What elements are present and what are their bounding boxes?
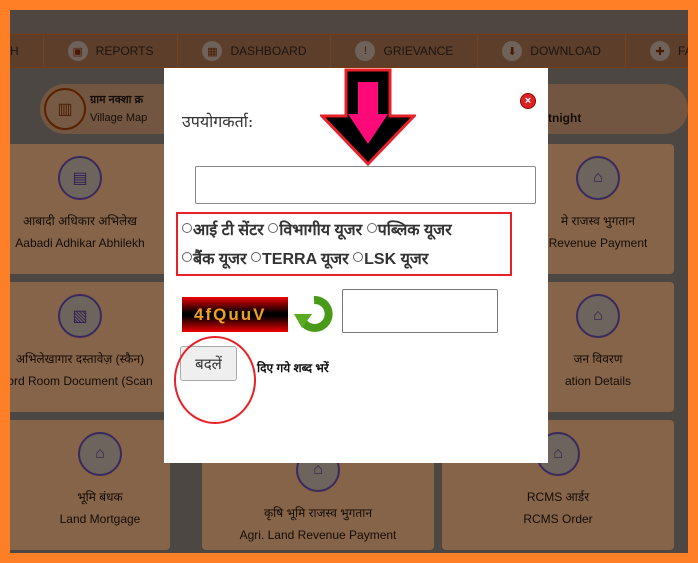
card-title-en: Aabadi Adhikar Abhilekh (15, 236, 145, 250)
card-icon: ▧ (58, 294, 102, 338)
card-title-en: Agri. Land Revenue Payment (239, 528, 397, 542)
username-input[interactable] (195, 166, 536, 204)
radio-button[interactable] (366, 222, 377, 233)
card-title-hi: कृषि भूमि राजस्व भुगतान (263, 506, 373, 520)
card-land-mortgage[interactable]: ⌂ भूमि बंधक Land Mortgage (10, 420, 170, 550)
radio-button[interactable] (251, 251, 262, 262)
radio-departmental-user[interactable]: विभागीय यूजर (268, 222, 362, 239)
radio-public-user[interactable]: पब्लिक यूजर (366, 222, 452, 239)
card-record-room[interactable]: ▧ अभिलेखागार दस्तावेज़ (स्कैन) ord Room Do… (10, 282, 170, 412)
nav-label: DOWNLOAD (530, 44, 601, 58)
nav-item-download[interactable]: ⬇ DOWNLOAD (478, 35, 626, 67)
close-icon[interactable]: × (520, 93, 536, 109)
radio-lsk-user[interactable]: LSK यूजर (353, 251, 428, 268)
radio-it-center[interactable]: आई टी सेंटर (182, 222, 264, 239)
banner-hindi: ग्राम नक्शा क्र (90, 94, 144, 106)
card-title-en: RCMS Order (523, 512, 593, 526)
user-type-radio-group: आई टी सेंटर विभागीय यूजर पब्लिक यूजर बैं… (176, 212, 512, 276)
nav-label: FAQ (677, 44, 688, 58)
card-icon: ▤ (58, 156, 102, 200)
banner-english: Village Map (90, 112, 148, 124)
card-aabadi[interactable]: ▤ आबादी अधिकार अभिलेख Aabadi Adhikar Abhil… (10, 144, 170, 274)
faq-icon: ✚ (649, 41, 670, 61)
nav-label: REPORTS (95, 44, 154, 58)
radio-bank-user[interactable]: बैंक यूजर (182, 251, 247, 268)
radio-button[interactable] (268, 222, 279, 233)
card-title-hi: आबादी अधिकार अभिलेख (23, 214, 137, 228)
card-title-hi: अभिलेखागार दस्तावेज़ (स्कैन) (15, 352, 145, 366)
nav-label: GRIEVANCE (383, 44, 454, 58)
report-icon: ▣ (67, 41, 88, 61)
dashboard-icon: ▦ (202, 41, 223, 61)
nav-item-grievance[interactable]: ! GRIEVANCE (331, 35, 479, 67)
radio-label: LSK यूजर (364, 251, 429, 268)
top-bar (10, 10, 688, 34)
radio-button[interactable] (353, 251, 364, 262)
user-label: उपयोगकर्ता: (182, 112, 254, 131)
radio-label: TERRA यूजर (262, 251, 349, 268)
captcha-text: 4fQuuV (194, 305, 267, 324)
map-icon: ▥ (44, 88, 86, 130)
captcha-input[interactable] (342, 289, 498, 333)
nav-item-reports[interactable]: ▣ REPORTS (44, 35, 179, 67)
nav-item-search[interactable]: H (10, 35, 44, 67)
card-icon: ⌂ (78, 432, 122, 476)
radio-button[interactable] (182, 251, 192, 262)
radio-label: पब्लिक यूजर (377, 222, 452, 239)
nav-bar: H ▣ REPORTS ▦ DASHBOARD ! GRIEVANCE ⬇ DOWNLO… (10, 34, 688, 68)
captcha-image: 4fQuuV (182, 297, 288, 332)
card-icon: ⌂ (576, 294, 620, 338)
card-title-en: Land Mortgage (59, 512, 141, 526)
refresh-captcha-icon[interactable] (294, 294, 334, 334)
card-title-hi: भूमि बंधक (77, 490, 123, 504)
change-captcha-button[interactable]: बदलें (180, 346, 237, 381)
radio-label: आई टी सेंटर (193, 222, 264, 239)
download-icon: ⬇ (502, 41, 523, 61)
card-title-en: ord Room Document (Scan (10, 374, 153, 388)
radio-label: विभागीय यूजर (279, 222, 363, 239)
nav-label: H (10, 44, 19, 58)
grievance-icon: ! (355, 41, 376, 61)
radio-button[interactable] (182, 222, 192, 233)
nav-label: DASHBOARD (230, 44, 307, 58)
captcha-hint: दिए गये शब्द भरें (257, 361, 329, 375)
card-title-hi: RCMS आर्डर (526, 490, 590, 504)
annotation-arrow-icon (320, 68, 416, 166)
card-icon: ⌂ (576, 156, 620, 200)
radio-label: बैंक यूजर (193, 251, 247, 268)
nav-item-faq[interactable]: ✚ FAQ (626, 35, 688, 67)
radio-terra-user[interactable]: TERRA यूजर (251, 251, 349, 268)
nav-item-dashboard[interactable]: ▦ DASHBOARD (178, 35, 332, 67)
